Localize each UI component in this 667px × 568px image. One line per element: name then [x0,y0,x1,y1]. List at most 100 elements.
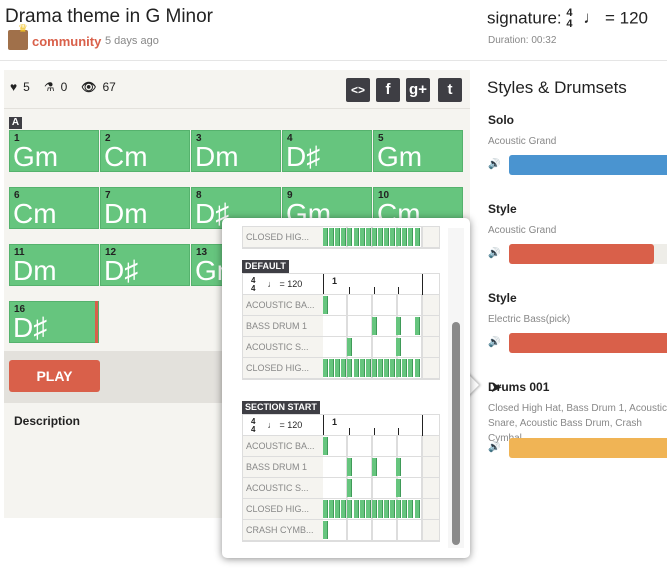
step-cells[interactable] [323,227,423,247]
drum-hit[interactable] [408,359,414,377]
beat-cell[interactable] [373,520,398,540]
drum-hit[interactable] [414,228,420,246]
drum-hit[interactable] [371,228,377,246]
drum-hit[interactable] [347,228,353,246]
drum-hit[interactable] [347,500,353,518]
step-cells[interactable] [323,520,423,540]
volume-slider[interactable] [509,155,667,175]
beat-cell[interactable] [398,457,423,477]
drum-hit[interactable] [335,228,341,246]
chord-cell[interactable]: 5 Gm [373,130,463,172]
beat-cell[interactable] [323,457,348,477]
drum-hit[interactable] [390,228,396,246]
volume-slider[interactable] [509,438,667,458]
beat-cell[interactable] [398,520,423,540]
drum-hit[interactable] [323,500,328,518]
drum-hit[interactable] [329,228,335,246]
beat-cell[interactable] [398,295,423,315]
drum-hit[interactable] [414,317,420,335]
drum-hit[interactable] [329,500,335,518]
drum-hit[interactable] [390,500,396,518]
beat-cell[interactable] [348,436,373,456]
drum-hit[interactable] [396,338,402,356]
embed-button[interactable]: <> [346,78,370,102]
beat-cell[interactable] [373,295,398,315]
chord-cell[interactable]: 12 D♯ [100,244,190,286]
speaker-icon[interactable]: 🔊 [488,337,500,348]
drum-hit[interactable] [371,500,377,518]
author-link[interactable]: community [32,34,101,49]
chord-cell[interactable]: 3 Dm [191,130,281,172]
beat-cell[interactable] [398,478,423,498]
beat-cell[interactable] [398,337,423,357]
drum-hit[interactable] [347,359,353,377]
drum-hit[interactable] [335,500,341,518]
beat-cell[interactable] [323,478,348,498]
drum-hit[interactable] [408,228,414,246]
drum-hit[interactable] [347,479,353,497]
drum-hit[interactable] [384,500,389,518]
drum-hit[interactable] [341,228,347,246]
drum-hit[interactable] [384,228,389,246]
step-cells[interactable] [323,499,423,519]
step-cells[interactable] [323,457,423,477]
drum-hit[interactable] [402,500,408,518]
drum-hit[interactable] [353,359,359,377]
chord-cell[interactable]: 2 Cm [100,130,190,172]
drum-hit[interactable] [371,359,377,377]
drum-hit[interactable] [347,338,353,356]
drum-hit[interactable] [359,500,365,518]
volume-slider[interactable] [509,244,667,264]
drum-hit[interactable] [341,500,347,518]
drum-hit[interactable] [323,521,328,539]
drum-hit[interactable] [323,228,328,246]
drum-hit[interactable] [384,359,389,377]
drum-hit[interactable] [396,359,402,377]
speaker-icon[interactable]: 🔊 [488,248,500,259]
beat-cell[interactable] [398,436,423,456]
drum-hit[interactable] [371,317,377,335]
step-cells[interactable] [323,337,423,357]
drum-hit[interactable] [377,359,383,377]
play-button[interactable]: PLAY [9,360,100,392]
beat-cell[interactable] [348,520,373,540]
drum-hit[interactable] [396,479,402,497]
drum-hit[interactable] [365,359,371,377]
chord-cell[interactable]: 16 D♯ [9,301,99,343]
drum-hit[interactable] [402,359,408,377]
beat-cell[interactable] [323,316,348,336]
drum-hit[interactable] [365,500,371,518]
drum-hit[interactable] [377,500,383,518]
drum-hit[interactable] [377,228,383,246]
drum-hit[interactable] [365,228,371,246]
scrollbar-thumb[interactable] [452,322,460,545]
drum-hit[interactable] [323,296,328,314]
drum-hit[interactable] [371,458,377,476]
flask-icon[interactable]: ⚗ [44,80,55,94]
beat-cell[interactable] [373,478,398,498]
chord-cell[interactable]: 11 Dm [9,244,99,286]
drum-hit[interactable] [347,458,353,476]
step-cells[interactable] [323,478,423,498]
chord-cell[interactable]: 6 Cm [9,187,99,229]
drum-hit[interactable] [414,359,420,377]
beat-cell[interactable] [323,337,348,357]
googleplus-button[interactable]: g+ [406,78,430,102]
chord-cell[interactable]: 4 D♯ [282,130,372,172]
drum-hit[interactable] [396,458,402,476]
drum-hit[interactable] [329,359,335,377]
beat-cell[interactable] [348,295,373,315]
drum-hit[interactable] [359,228,365,246]
drum-hit[interactable] [341,359,347,377]
drum-hit[interactable] [353,500,359,518]
drum-hit[interactable] [323,359,328,377]
chord-cell[interactable]: 1 Gm [9,130,99,172]
drum-hit[interactable] [390,359,396,377]
drum-hit[interactable] [396,317,402,335]
speaker-icon[interactable]: 🔊 [488,159,500,170]
drum-hit[interactable] [408,500,414,518]
drum-hit[interactable] [353,228,359,246]
beat-cell[interactable] [373,337,398,357]
step-cells[interactable] [323,358,423,378]
drum-hit[interactable] [359,359,365,377]
